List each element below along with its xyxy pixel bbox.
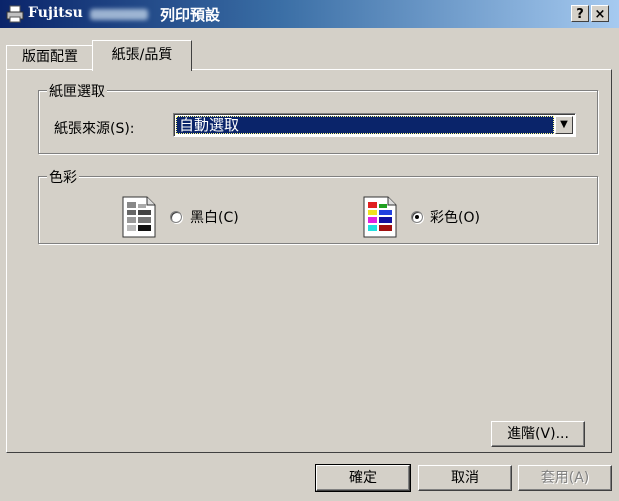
app-name: Fujitsu [28, 5, 83, 21]
title-bar[interactable]: Fujitsu 列印預設 ? × [0, 0, 619, 28]
tab-panel [6, 69, 612, 453]
printer-icon [6, 5, 24, 23]
redacted-area [90, 9, 148, 20]
cancel-button[interactable]: 取消 [418, 465, 512, 491]
window-title: 列印預設 [160, 6, 221, 24]
tab-layout[interactable]: 版面配置 [6, 45, 94, 70]
apply-button[interactable]: 套用(A) [518, 465, 612, 491]
close-button[interactable]: × [591, 5, 609, 22]
tab-paper-quality[interactable]: 紙張/品質 [92, 40, 192, 71]
ok-button[interactable]: 確定 [315, 464, 411, 492]
help-button[interactable]: ? [571, 5, 589, 22]
